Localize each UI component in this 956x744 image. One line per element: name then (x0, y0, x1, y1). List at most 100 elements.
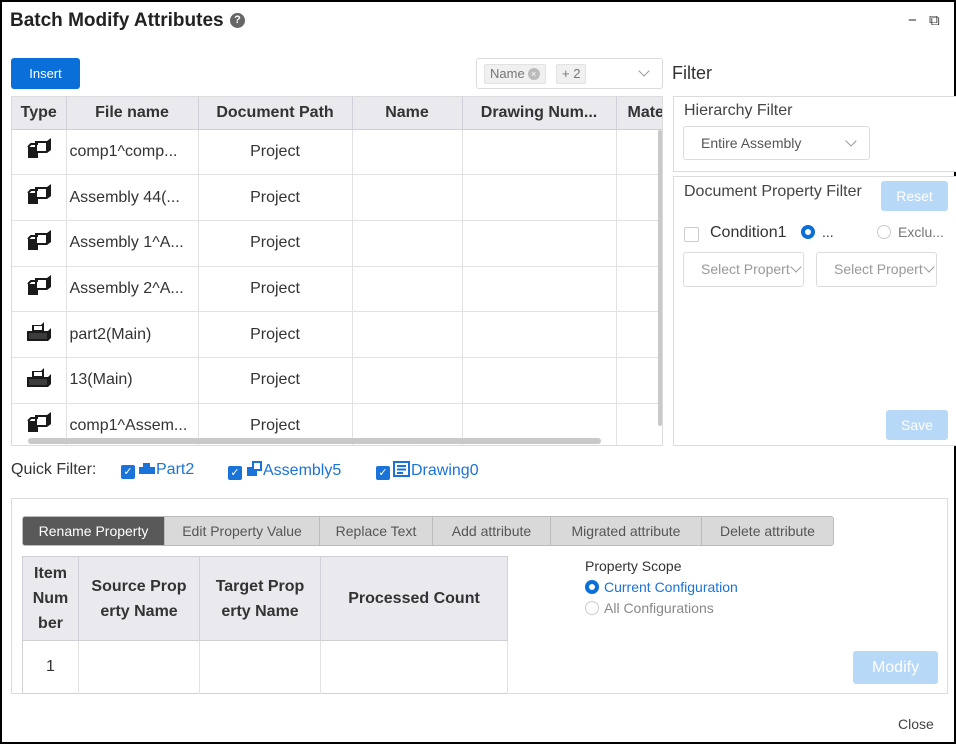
drawing-number-cell (462, 129, 617, 176)
quick-filter-drawing[interactable]: ✓ Drawing0 (376, 461, 479, 480)
table-row[interactable]: comp1^comp... Project (12, 129, 662, 176)
minimize-icon[interactable]: − (908, 12, 917, 29)
insert-button[interactable]: Insert (11, 58, 80, 89)
tab-delete-attribute[interactable]: Delete attribute (702, 517, 833, 545)
quick-filter-assembly-label: Assembly5 (263, 462, 342, 479)
document-path-cell: Project (198, 220, 353, 267)
quick-filter-label: Quick Filter: (11, 461, 97, 478)
drawing-icon (393, 461, 410, 477)
reset-button[interactable]: Reset (881, 181, 948, 211)
checkbox-checked-icon[interactable]: ✓ (121, 465, 135, 479)
header-line: Num (32, 590, 69, 607)
restore-icon[interactable]: ⧉ (929, 12, 940, 29)
table-row[interactable]: Assembly 44(... Project (12, 174, 662, 221)
table-row: 1 (22, 640, 508, 694)
include-radio[interactable] (801, 225, 815, 239)
hierarchy-filter-panel: Hierarchy Filter Entire Assembly (673, 96, 956, 172)
modify-button[interactable]: Modify (853, 651, 938, 684)
drawing-number-cell (462, 266, 617, 313)
quick-filter-drawing-label: Drawing0 (411, 462, 479, 479)
hierarchy-select[interactable]: Entire Assembly (683, 126, 870, 160)
table-row[interactable]: Assembly 1^A... Project (12, 220, 662, 267)
document-path-cell: Project (198, 129, 353, 176)
current-configuration-radio[interactable] (585, 580, 599, 594)
mate-cell (616, 129, 662, 176)
col-header-item-number: Item Num ber (22, 556, 79, 641)
col-header-mate[interactable]: Mate (616, 97, 662, 130)
type-cell (12, 311, 67, 358)
tab-migrated-attribute[interactable]: Migrated attribute (551, 517, 702, 545)
column-tag-label: Name (490, 66, 525, 81)
name-cell (352, 311, 463, 358)
col-header-name[interactable]: Name (352, 97, 463, 130)
chevron-down-icon (790, 261, 802, 273)
col-header-drawing-number[interactable]: Drawing Num... (462, 97, 617, 130)
document-property-filter-title: Document Property Filter (684, 183, 862, 200)
mate-cell (616, 311, 662, 358)
tab-edit-property-value[interactable]: Edit Property Value (165, 517, 320, 545)
header-line: Target Prop (215, 577, 305, 595)
type-cell (12, 220, 67, 267)
source-property-cell[interactable] (78, 640, 200, 694)
property-scope-title: Property Scope (585, 558, 682, 574)
mate-cell (616, 403, 662, 445)
part-icon (26, 322, 52, 346)
tab-replace-text[interactable]: Replace Text (320, 517, 433, 545)
chevron-down-icon (845, 135, 857, 147)
column-tag: Name × (484, 64, 546, 84)
mate-cell (616, 174, 662, 221)
file-name-cell: Assembly 44(... (66, 174, 199, 221)
horizontal-scrollbar[interactable] (28, 438, 601, 444)
drawing-number-cell (462, 220, 617, 267)
table-row[interactable]: 13(Main) Project (12, 357, 662, 404)
header-line: Source Prop (91, 577, 187, 595)
column-selector[interactable]: Name × + 2 (476, 58, 663, 89)
col-header-processed-count: Processed Count (320, 556, 508, 641)
property-select-1[interactable]: Select Propert (683, 252, 804, 287)
col-header-document-path[interactable]: Document Path (198, 97, 353, 130)
quick-filter-assembly[interactable]: ✓ Assembly5 (228, 461, 341, 480)
document-path-cell: Project (198, 357, 353, 404)
checkbox-checked-icon[interactable]: ✓ (376, 466, 390, 480)
col-header-target-property-name: Target Prop erty Name (199, 556, 321, 641)
help-icon[interactable]: ? (230, 13, 245, 28)
checkbox-checked-icon[interactable]: ✓ (228, 466, 242, 480)
name-cell (352, 129, 463, 176)
property-table-header-row: Item Num ber Source Prop erty Name Targe… (22, 556, 508, 641)
close-button[interactable]: Close (898, 716, 934, 732)
target-property-cell[interactable] (199, 640, 321, 694)
grid-header-row: Type File name Document Path Name Drawin… (12, 97, 662, 130)
all-configurations-radio[interactable] (585, 601, 599, 615)
include-label: ... (822, 224, 834, 240)
tag-remove-icon[interactable]: × (527, 68, 540, 80)
file-grid: Type File name Document Path Name Drawin… (11, 96, 663, 446)
tab-rename-property[interactable]: Rename Property (23, 517, 165, 545)
quick-filter-part[interactable]: ✓ Part2 (121, 461, 194, 479)
property-select-1-value: Select Propert (701, 261, 790, 277)
mate-cell (616, 357, 662, 404)
mate-cell (616, 220, 662, 267)
header-line: erty Name (221, 602, 299, 620)
assembly-icon (26, 275, 52, 301)
col-header-type[interactable]: Type (12, 97, 67, 130)
current-configuration-label[interactable]: Current Configuration (604, 579, 738, 595)
col-header-file-name[interactable]: File name (66, 97, 199, 130)
table-row[interactable]: part2(Main) Project (12, 311, 662, 358)
file-name-cell: Assembly 2^A... (66, 266, 199, 313)
vertical-scrollbar[interactable] (658, 130, 662, 426)
table-row[interactable]: Assembly 2^A... Project (12, 266, 662, 313)
document-path-cell: Project (198, 174, 353, 221)
property-select-2[interactable]: Select Propert (816, 252, 937, 287)
chevron-down-icon (638, 65, 650, 77)
header-line: Item (34, 565, 67, 582)
all-configurations-label[interactable]: All Configurations (604, 600, 714, 616)
tab-add-attribute[interactable]: Add attribute (433, 517, 551, 545)
exclude-label: Exclu... (898, 224, 944, 240)
hierarchy-filter-title: Hierarchy Filter (684, 102, 793, 119)
save-button[interactable]: Save (886, 410, 948, 440)
property-table: Item Num ber Source Prop erty Name Targe… (22, 556, 508, 694)
condition-checkbox[interactable] (684, 227, 699, 242)
chevron-down-icon (923, 261, 935, 273)
mate-cell (616, 266, 662, 313)
exclude-radio[interactable] (877, 225, 891, 239)
